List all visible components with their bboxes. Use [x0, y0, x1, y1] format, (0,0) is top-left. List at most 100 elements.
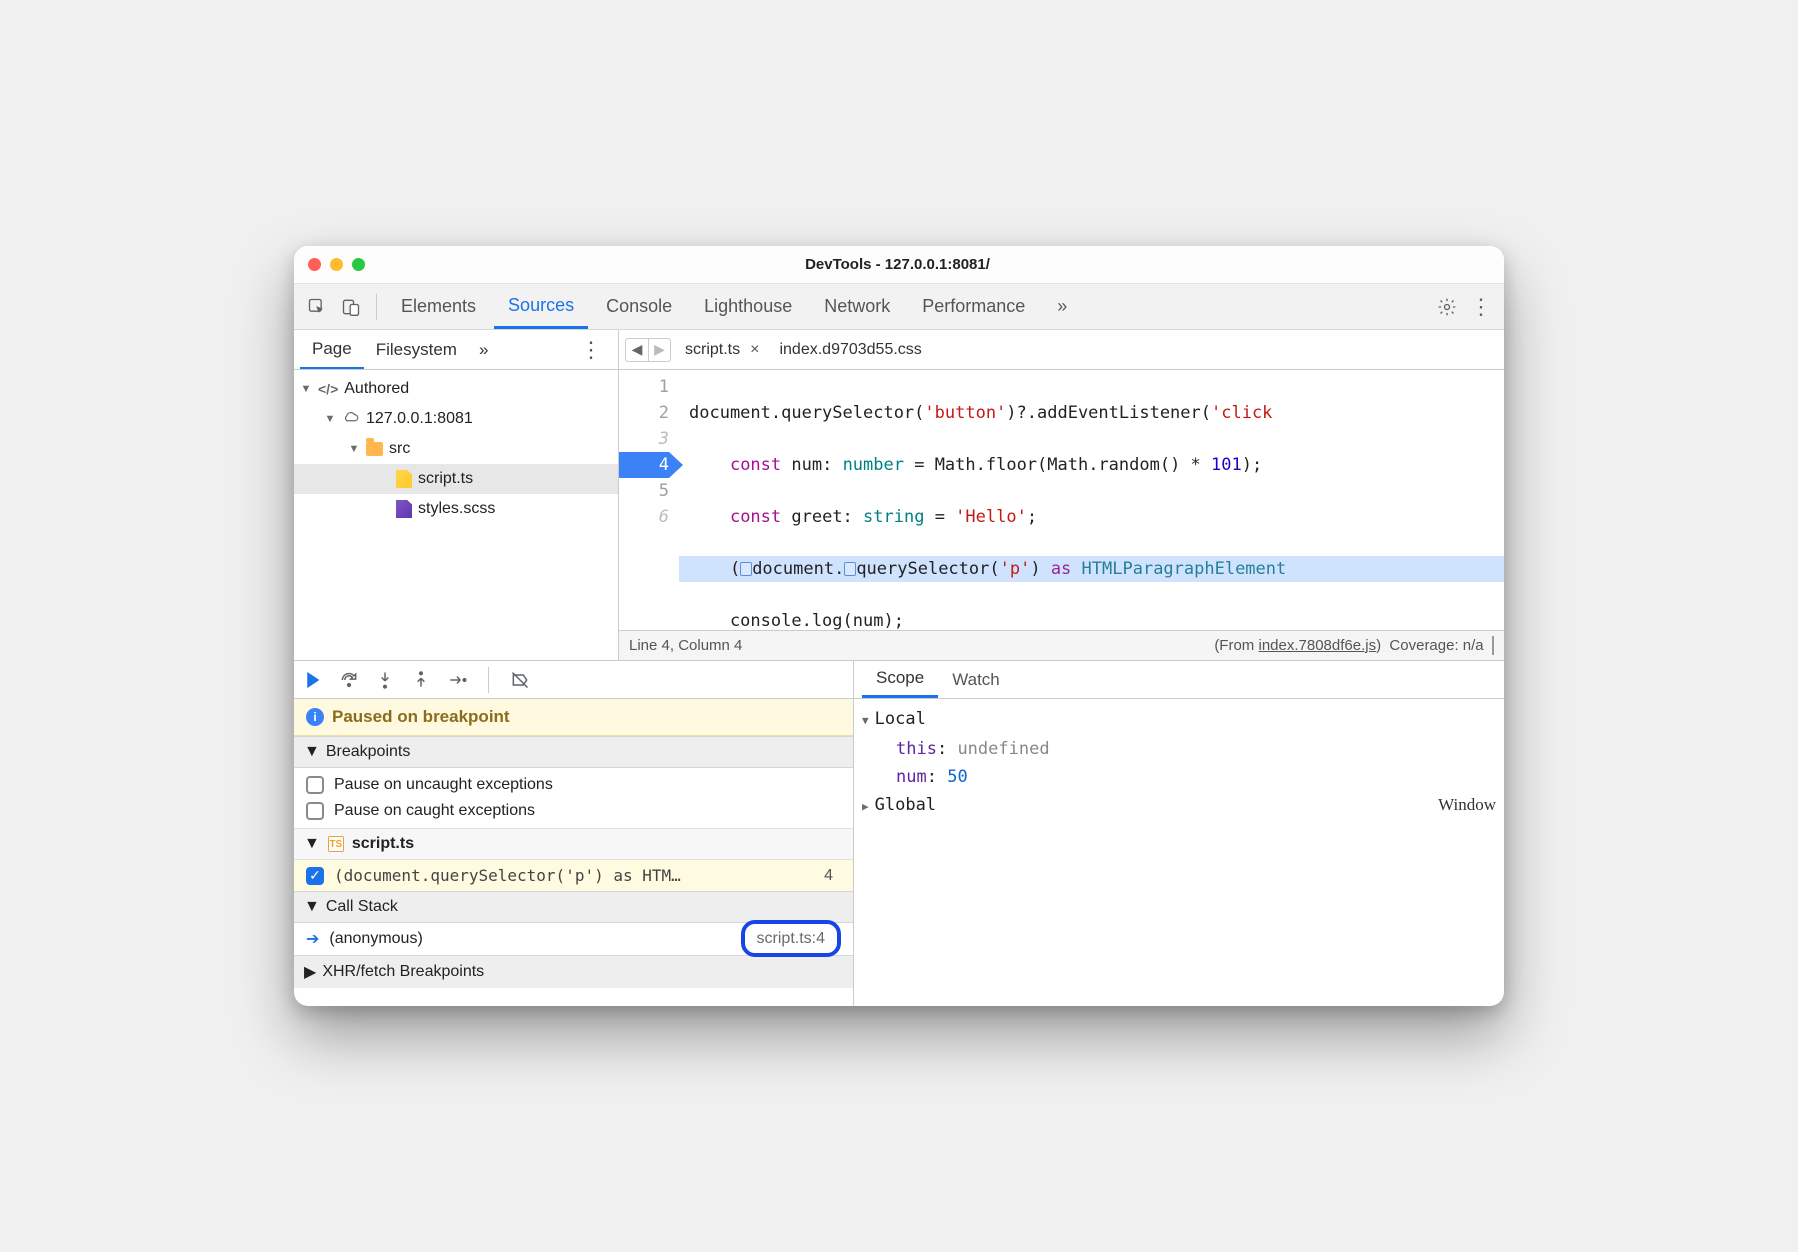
- scope-tree: ▼Local this: undefined num: 50 ▶Global W…: [854, 699, 1504, 1006]
- folder-icon: [366, 442, 383, 456]
- current-frame-icon: ➔: [306, 929, 319, 949]
- tab-performance[interactable]: Performance: [908, 284, 1039, 329]
- main-tabs: Elements Sources Console Lighthouse Netw…: [294, 284, 1504, 330]
- window-title: DevTools - 127.0.0.1:8081/: [365, 256, 1430, 273]
- traffic-lights: [308, 258, 365, 271]
- paused-text: Paused on breakpoint: [332, 707, 510, 727]
- device-toolbar-icon[interactable]: [336, 292, 366, 322]
- tree-folder-label: src: [389, 440, 410, 458]
- info-icon: i: [306, 708, 324, 726]
- editor-tab-label: script.ts: [685, 341, 740, 359]
- code-area[interactable]: document.querySelector('button')?.addEve…: [679, 370, 1504, 630]
- scope-panel: Scope Watch ▼Local this: undefined num: …: [854, 661, 1504, 1006]
- subtabs-overflow[interactable]: »: [469, 340, 498, 360]
- navigator-subtabs: Page Filesystem » ⋮: [294, 330, 618, 370]
- titlebar: DevTools - 127.0.0.1:8081/: [294, 246, 1504, 284]
- sourcemap-link[interactable]: index.7808df6e.js: [1258, 637, 1376, 654]
- step-over-icon[interactable]: [338, 669, 360, 691]
- gear-icon[interactable]: [1432, 292, 1462, 322]
- navigator-menu-icon[interactable]: ⋮: [570, 337, 612, 363]
- js-file-icon: [396, 470, 412, 488]
- step-out-icon[interactable]: [410, 669, 432, 691]
- editor-tab-script[interactable]: script.ts ×: [679, 330, 765, 369]
- debugger-left: i Paused on breakpoint ▼Breakpoints Paus…: [294, 661, 854, 1006]
- source-map-info: (From index.7808df6e.js) Coverage: n/a: [1214, 637, 1494, 654]
- minimize-window-icon[interactable]: [330, 258, 343, 271]
- frame-name: (anonymous): [329, 930, 422, 948]
- tab-scope[interactable]: Scope: [862, 661, 938, 698]
- scope-local[interactable]: ▼Local: [862, 705, 1496, 735]
- checkbox-icon: [306, 776, 324, 794]
- editor-panel: ◀ ▶ script.ts × index.d9703d55.css 1 2 3…: [619, 330, 1504, 660]
- step-into-icon[interactable]: [374, 669, 396, 691]
- tab-network[interactable]: Network: [810, 284, 904, 329]
- devtools-window: DevTools - 127.0.0.1:8081/ Elements Sour…: [294, 246, 1504, 1006]
- divider: [376, 294, 377, 320]
- tabs-overflow[interactable]: »: [1047, 296, 1077, 317]
- checkbox-icon: [306, 802, 324, 820]
- tree-host[interactable]: ▼ 127.0.0.1:8081: [294, 404, 618, 434]
- tree-file-styles[interactable]: styles.scss: [294, 494, 618, 524]
- close-window-icon[interactable]: [308, 258, 321, 271]
- nav-fwd-icon[interactable]: ▶: [648, 339, 670, 361]
- kebab-menu-icon[interactable]: ⋮: [1466, 292, 1496, 322]
- tree-file-script[interactable]: script.ts: [294, 464, 618, 494]
- inspect-element-icon[interactable]: [302, 292, 332, 322]
- code-icon: </>: [318, 381, 338, 397]
- tab-elements[interactable]: Elements: [387, 284, 490, 329]
- scope-num[interactable]: num: 50: [862, 763, 1496, 791]
- tab-console[interactable]: Console: [592, 284, 686, 329]
- line-gutter: 1 2 3 4 5 6: [619, 370, 679, 630]
- tree-file-label: styles.scss: [418, 500, 495, 518]
- scope-global[interactable]: ▶Global Window: [862, 791, 1496, 821]
- checkbox-checked-icon[interactable]: ✓: [306, 867, 324, 885]
- scope-this[interactable]: this: undefined: [862, 735, 1496, 763]
- frame-location[interactable]: script.ts:4: [741, 920, 841, 957]
- editor-tabs: ◀ ▶ script.ts × index.d9703d55.css: [619, 330, 1504, 370]
- divider: [488, 667, 489, 693]
- coverage-label: Coverage: n/a: [1389, 637, 1483, 654]
- section-breakpoints[interactable]: ▼Breakpoints: [294, 736, 853, 768]
- tab-watch[interactable]: Watch: [938, 661, 1014, 698]
- zoom-window-icon[interactable]: [352, 258, 365, 271]
- editor-tab-label: index.d9703d55.css: [779, 341, 921, 359]
- subtab-filesystem[interactable]: Filesystem: [364, 330, 469, 369]
- debug-toolbar: [294, 661, 853, 699]
- section-xhr[interactable]: ▶XHR/fetch Breakpoints: [294, 955, 853, 988]
- editor-footer: Line 4, Column 4 (From index.7808df6e.js…: [619, 630, 1504, 660]
- breakpoint-file-header[interactable]: ▼ TS script.ts: [294, 828, 853, 860]
- navigator-panel: Page Filesystem » ⋮ ▼ </> Authored ▼ 127…: [294, 330, 619, 660]
- tree-file-label: script.ts: [418, 470, 473, 488]
- scope-tabs: Scope Watch: [854, 661, 1504, 699]
- debugger-sections: ▼Breakpoints Pause on uncaught exception…: [294, 736, 853, 1006]
- step-icon[interactable]: [446, 669, 468, 691]
- pause-uncaught-toggle[interactable]: Pause on uncaught exceptions: [294, 772, 853, 798]
- debugger-panel: i Paused on breakpoint ▼Breakpoints Paus…: [294, 660, 1504, 1006]
- breakpoint-code: (document.querySelector('p') as HTM…: [334, 866, 814, 885]
- tab-sources[interactable]: Sources: [494, 284, 588, 329]
- callstack-frame[interactable]: ➔ (anonymous) script.ts:4: [294, 923, 853, 955]
- coverage-toggle-icon[interactable]: [1492, 636, 1494, 655]
- scss-file-icon: [396, 500, 412, 518]
- file-tree: ▼ </> Authored ▼ 127.0.0.1:8081 ▼ src: [294, 370, 618, 660]
- tree-folder-src[interactable]: ▼ src: [294, 434, 618, 464]
- section-callstack[interactable]: ▼Call Stack: [294, 891, 853, 923]
- nav-back-icon[interactable]: ◀: [626, 339, 648, 361]
- code-editor[interactable]: 1 2 3 4 5 6 document.querySelector('butt…: [619, 370, 1504, 630]
- editor-nav: ◀ ▶: [625, 338, 671, 362]
- tree-host-label: 127.0.0.1:8081: [366, 410, 473, 428]
- tab-lighthouse[interactable]: Lighthouse: [690, 284, 806, 329]
- cursor-position: Line 4, Column 4: [629, 637, 742, 654]
- tree-root[interactable]: ▼ </> Authored: [294, 374, 618, 404]
- close-icon[interactable]: ×: [750, 341, 759, 359]
- breakpoint-line: 4: [824, 867, 841, 885]
- cloud-icon: [342, 410, 360, 429]
- breakpoint-row[interactable]: ✓ (document.querySelector('p') as HTM… 4: [294, 860, 853, 891]
- tree-root-label: Authored: [344, 380, 409, 398]
- subtab-page[interactable]: Page: [300, 330, 364, 369]
- pause-caught-toggle[interactable]: Pause on caught exceptions: [294, 798, 853, 824]
- editor-tab-css[interactable]: index.d9703d55.css: [773, 330, 927, 369]
- deactivate-breakpoints-icon[interactable]: [509, 669, 531, 691]
- paused-banner: i Paused on breakpoint: [294, 699, 853, 736]
- resume-icon[interactable]: [302, 669, 324, 691]
